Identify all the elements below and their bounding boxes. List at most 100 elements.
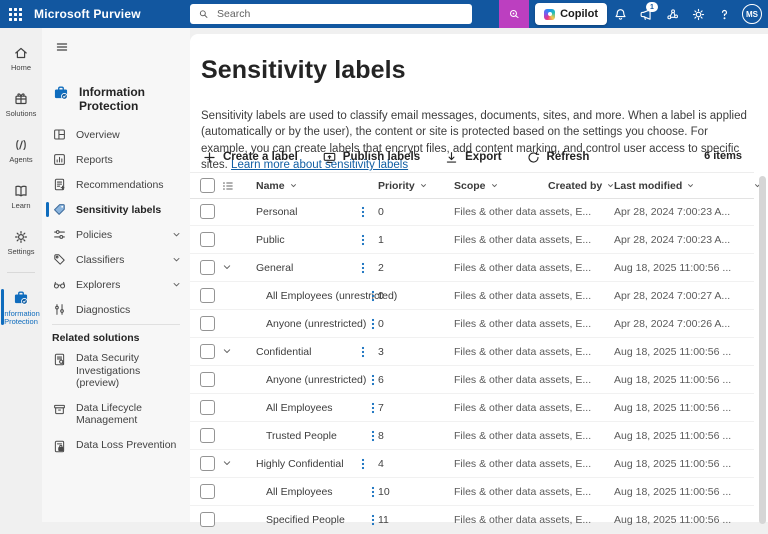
label-name[interactable]: All Employees: [266, 478, 333, 505]
sidebar-item[interactable]: Recommendations: [42, 172, 190, 197]
row-checkbox[interactable]: [200, 316, 215, 331]
label-name[interactable]: Specified People: [266, 506, 345, 533]
label-scope: Files & other data assets, E...: [454, 317, 592, 330]
table-row[interactable]: Anyone (unrestricted) 0 Files & other da…: [190, 310, 754, 338]
collapse-nav-button[interactable]: [50, 36, 74, 58]
column-header-last-modified[interactable]: Last modified: [614, 173, 695, 198]
label-name[interactable]: Trusted People: [266, 422, 337, 449]
copilot-button[interactable]: Copilot: [535, 3, 607, 25]
toolbar-button[interactable]: Export: [444, 150, 502, 165]
table-row[interactable]: Public 1 Files & other data assets, E...…: [190, 226, 754, 254]
label-name[interactable]: Highly Confidential: [256, 450, 344, 477]
table-row[interactable]: Anyone (unrestricted) 6 Files & other da…: [190, 366, 754, 394]
expand-chevron-icon[interactable]: [221, 345, 233, 357]
row-checkbox[interactable]: [200, 400, 215, 415]
label-name[interactable]: Anyone (unrestricted): [266, 366, 366, 393]
row-checkbox[interactable]: [200, 512, 215, 527]
rail-item[interactable]: Agents: [0, 130, 42, 170]
row-checkbox[interactable]: [200, 260, 215, 275]
related-solution-item[interactable]: Data Security Investigations (preview): [42, 346, 190, 396]
label-name[interactable]: Confidential: [256, 338, 311, 365]
sidebar-item[interactable]: Sensitivity labels: [42, 197, 190, 222]
security-copilot-icon: [510, 9, 519, 19]
global-search[interactable]: [190, 4, 472, 24]
table-row[interactable]: Specified People 11 Files & other data a…: [190, 506, 754, 534]
sidebar-item[interactable]: Policies: [42, 222, 190, 247]
sidebar-item-label: Recommendations: [76, 178, 164, 191]
topbar-icon-button[interactable]: [607, 0, 633, 28]
row-checkbox[interactable]: [200, 372, 215, 387]
sidebar-item[interactable]: Diagnostics: [42, 297, 190, 322]
sidebar-item[interactable]: Explorers: [42, 272, 190, 297]
avatar[interactable]: MS: [742, 4, 762, 24]
notification-badge: 1: [646, 2, 658, 12]
chevron-down-icon: [289, 181, 298, 190]
label-priority: 0: [378, 317, 384, 330]
row-checkbox[interactable]: [200, 204, 215, 219]
column-header-name[interactable]: Name: [256, 173, 298, 198]
label-priority: 6: [378, 373, 384, 386]
table-row[interactable]: Confidential 3 Files & other data assets…: [190, 338, 754, 366]
more-actions-icon[interactable]: [357, 261, 369, 275]
row-checkbox[interactable]: [200, 484, 215, 499]
more-actions-icon[interactable]: [357, 205, 369, 219]
app-launcher-button[interactable]: [0, 0, 30, 28]
notifications-icon: [613, 7, 628, 22]
topbar-icon-button[interactable]: [685, 0, 711, 28]
rail-item[interactable]: Solutions: [0, 84, 42, 124]
row-checkbox[interactable]: [200, 232, 215, 247]
rail-item[interactable]: Settings: [0, 222, 42, 262]
label-name[interactable]: All Employees: [266, 394, 333, 421]
reports-icon: [52, 152, 67, 167]
topbar-icon-button[interactable]: 1: [633, 0, 659, 28]
sidebar-item[interactable]: Overview: [42, 122, 190, 147]
row-checkbox[interactable]: [200, 428, 215, 443]
data-loss-prevention-icon: [52, 439, 67, 454]
label-name[interactable]: Public: [256, 226, 285, 253]
table-row[interactable]: Trusted People 8 Files & other data asse…: [190, 422, 754, 450]
label-name[interactable]: Personal: [256, 198, 297, 225]
rail-item-label: Learn: [11, 200, 31, 210]
sidebar-item-label: Sensitivity labels: [76, 203, 162, 216]
expand-chevron-icon[interactable]: [221, 457, 233, 469]
table-row[interactable]: All Employees 7 Files & other data asset…: [190, 394, 754, 422]
select-all-checkbox[interactable]: [200, 178, 215, 193]
toolbar-button[interactable]: Create a label: [202, 150, 298, 165]
rail-item-information-protection[interactable]: Information Protection: [0, 281, 42, 333]
row-checkbox[interactable]: [200, 288, 215, 303]
table-row[interactable]: All Employees (unrestricted) 0 Files & o…: [190, 282, 754, 310]
expand-chevron-icon[interactable]: [221, 261, 233, 273]
row-checkbox[interactable]: [200, 344, 215, 359]
security-copilot-button[interactable]: [499, 0, 530, 28]
sidebar-item[interactable]: Reports: [42, 147, 190, 172]
table-row[interactable]: Personal 0 Files & other data assets, E.…: [190, 198, 754, 226]
rail-item[interactable]: Learn: [0, 176, 42, 216]
row-checkbox[interactable]: [200, 456, 215, 471]
rail-item[interactable]: Home: [0, 38, 42, 78]
sidebar-item[interactable]: Classifiers: [42, 247, 190, 272]
table-row[interactable]: Highly Confidential 4 Files & other data…: [190, 450, 754, 478]
more-actions-icon[interactable]: [357, 345, 369, 359]
search-input[interactable]: [215, 7, 464, 21]
toolbar-button[interactable]: Refresh: [526, 150, 589, 165]
more-actions-icon[interactable]: [357, 233, 369, 247]
more-actions-icon[interactable]: [357, 457, 369, 471]
topbar-icon-button[interactable]: [711, 0, 737, 28]
sensitivity-labels-icon: [52, 202, 67, 217]
vertical-scrollbar[interactable]: [759, 176, 766, 524]
related-solution-label: Data Security Investigations (preview): [76, 352, 141, 389]
topbar-icon-button[interactable]: [659, 0, 685, 28]
column-header-priority[interactable]: Priority: [378, 173, 428, 198]
related-solution-item[interactable]: Data Lifecycle Management: [42, 396, 190, 433]
table-row[interactable]: General 2 Files & other data assets, E..…: [190, 254, 754, 282]
table-header: Name Priority Scope Created by Last modi…: [190, 172, 760, 199]
column-header-scope[interactable]: Scope: [454, 173, 499, 198]
label-priority: 0: [378, 289, 384, 302]
related-solution-item[interactable]: Data Loss Prevention: [42, 433, 190, 460]
label-name[interactable]: Anyone (unrestricted): [266, 310, 366, 337]
column-header-created-by[interactable]: Created by: [548, 173, 615, 198]
publish-icon: [322, 150, 337, 165]
label-name[interactable]: General: [256, 254, 293, 281]
toolbar-button[interactable]: Publish labels: [322, 150, 420, 165]
table-row[interactable]: All Employees 10 Files & other data asse…: [190, 478, 754, 506]
